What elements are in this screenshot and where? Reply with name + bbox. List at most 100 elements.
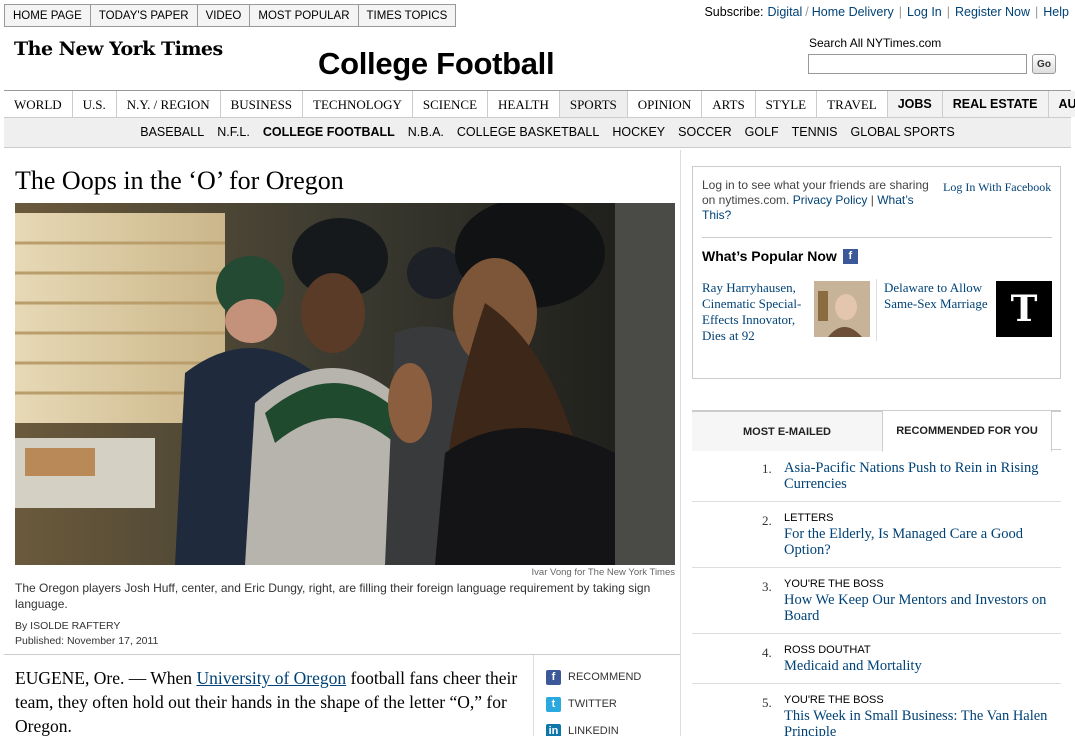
item-number: 1. [762,461,772,476]
facebook-icon: f [842,248,858,264]
section-nav-sports[interactable]: SPORTS [559,91,628,117]
item-kicker: YOU'RE THE BOSS [784,694,884,706]
subnav-golf[interactable]: GOLF [745,125,779,147]
photo-illustration [15,203,675,565]
section-nav: WORLD U.S. N.Y. / REGION BUSINESS TECHNOLOGY… [4,90,1075,118]
section-nav-n-y-region[interactable]: N.Y. / REGION [117,91,221,117]
subnav-global-sports[interactable]: GLOBAL SPORTS [851,125,955,147]
section-title: College Football [318,46,555,81]
subscribe-label: Subscribe: [704,5,764,19]
twitter-icon: t [546,696,561,712]
article-lede: EUGENE, Ore. — When University of Oregon… [15,666,530,736]
facebook-login-button[interactable]: Log In With Facebook [943,180,1051,195]
help-link[interactable]: Help [1043,5,1069,19]
facebook-icon: f [546,669,561,685]
item-number: 5. [762,695,772,710]
subnav-n-b-a[interactable]: N.B.A. [408,125,444,147]
subnav-tennis[interactable]: TENNIS [792,125,838,147]
popular-item-1[interactable]: Ray Harryhausen, Cinematic Special-Effec… [702,280,810,344]
section-nav-travel[interactable]: TRAVEL [817,91,888,117]
thumbnail-image [814,281,870,337]
university-of-oregon-link[interactable]: University of Oregon [196,668,346,688]
subnav-college-football[interactable]: COLLEGE FOOTBALL [263,125,395,147]
subscribe-digital-link[interactable]: Digital [768,5,803,19]
item-title-link[interactable]: For the Elderly, Is Managed Care a Good … [784,526,1055,558]
section-nav-arts[interactable]: ARTS [702,91,756,117]
recommended-list: 1. Asia-Pacific Nations Push to Rein in R… [692,450,1061,736]
login-link[interactable]: Log In [907,5,942,19]
share-recommend-button[interactable]: f RECOMMEND [546,669,678,685]
divider [702,237,1052,238]
share-label: TWITTER [568,698,617,710]
tab-most-emailed[interactable]: MOST E-MAILED [692,412,882,451]
list-item: 2. LETTERS For the Elderly, Is Managed Car… [692,502,1061,568]
photo-credit: Ivar Vong for The New York Times [531,567,675,578]
facebook-box: Log in to see what your friends are shar… [692,166,1061,379]
list-item: 5. YOU'RE THE BOSS This Week in Small Busi… [692,684,1061,736]
lede-text: EUGENE, Ore. — When [15,668,197,688]
topnav-times-topics[interactable]: TIMES TOPICS [358,5,456,26]
item-title-link[interactable]: Asia-Pacific Nations Push to Rein in Ris… [784,460,1055,492]
register-link[interactable]: Register Now [955,5,1030,19]
subnav-soccer[interactable]: SOCCER [678,125,731,147]
separator: | [1035,5,1039,19]
section-nav-health[interactable]: HEALTH [488,91,560,117]
popular-title-text: What’s Popular Now [702,248,837,264]
share-tools: f RECOMMEND t TWITTER in LINKEDIN [533,655,678,736]
list-item: 4. ROSS DOUTHAT Medicaid and Mortality [692,634,1061,684]
section-nav-style[interactable]: STYLE [756,91,818,117]
item-number: 4. [762,645,772,660]
search-label: Search All NYTimes.com [809,36,942,50]
article-photo [15,203,675,565]
facebook-login-text: Log in to see what your friends are shar… [702,178,942,223]
subnav-n-f-l[interactable]: N.F.L. [217,125,250,147]
topnav-video[interactable]: VIDEO [197,5,251,26]
search-input[interactable] [808,54,1027,74]
item-title-link[interactable]: This Week in Small Business: The Van Hal… [784,708,1055,736]
section-nav-autos[interactable]: AUTOS [1048,91,1075,117]
section-nav-science[interactable]: SCIENCE [413,91,489,117]
subscribe-home-delivery-link[interactable]: Home Delivery [812,5,894,19]
section-nav-technology[interactable]: TECHNOLOGY [303,91,413,117]
section-nav-real-estate[interactable]: REAL ESTATE [942,91,1049,117]
whats-popular-title: What’s Popular Now f [702,248,858,264]
topnav-most-popular[interactable]: MOST POPULAR [250,5,359,26]
popular-item-1-thumbnail[interactable] [814,281,870,337]
separator: | [870,193,874,207]
section-nav-u-s[interactable]: U.S. [73,91,117,117]
subnav-college-basketball[interactable]: COLLEGE BASKETBALL [457,125,599,147]
section-nav-opinion[interactable]: OPINION [628,91,703,117]
item-title-link[interactable]: Medicaid and Mortality [784,658,1055,674]
nyt-t-logo-thumbnail[interactable]: T [996,281,1052,337]
share-linkedin-button[interactable]: in LINKEDIN [546,723,678,736]
item-title-link[interactable]: How We Keep Our Mentors and Investors on… [784,592,1055,624]
item-number: 3. [762,579,772,594]
sports-subnav: BASEBALL N.F.L. COLLEGE FOOTBALL N.B.A. COLL… [4,118,1071,148]
share-label: RECOMMEND [568,671,642,683]
share-label: LINKEDIN [568,725,619,736]
section-nav-business[interactable]: BUSINESS [221,91,304,117]
separator: / [805,5,809,19]
item-kicker: ROSS DOUTHAT [784,644,871,656]
nyt-logo[interactable]: The New York Times [14,38,223,60]
most-popular-tabs: MOST E-MAILED RECOMMENDED FOR YOU [692,410,1061,452]
popular-item-2[interactable]: Delaware to Allow Same-Sex Marriage [884,280,994,312]
section-nav-jobs[interactable]: JOBS [887,91,943,117]
topnav-home-page[interactable]: HOME PAGE [5,5,91,26]
tab-recommended-for-you[interactable]: RECOMMENDED FOR YOU [882,410,1052,452]
subnav-baseball[interactable]: BASEBALL [140,125,204,147]
item-kicker: LETTERS [784,512,834,524]
separator: | [898,5,902,19]
subnav-hockey[interactable]: HOCKEY [612,125,665,147]
share-twitter-button[interactable]: t TWITTER [546,696,678,712]
list-item: 3. YOU'RE THE BOSS How We Keep Our Mentors… [692,568,1061,634]
utility-links: Subscribe: Digital / Home Delivery | Log… [704,5,1069,19]
section-nav-world[interactable]: WORLD [4,91,73,117]
search-go-button[interactable]: Go [1032,54,1056,74]
linkedin-icon: in [546,723,561,736]
topnav-todays-paper[interactable]: TODAY'S PAPER [90,5,198,26]
article-headline: The Oops in the ‘O’ for Oregon [15,166,344,195]
item-kicker: YOU'RE THE BOSS [784,578,884,590]
privacy-policy-link[interactable]: Privacy Policy [793,193,868,207]
divider [876,279,877,341]
